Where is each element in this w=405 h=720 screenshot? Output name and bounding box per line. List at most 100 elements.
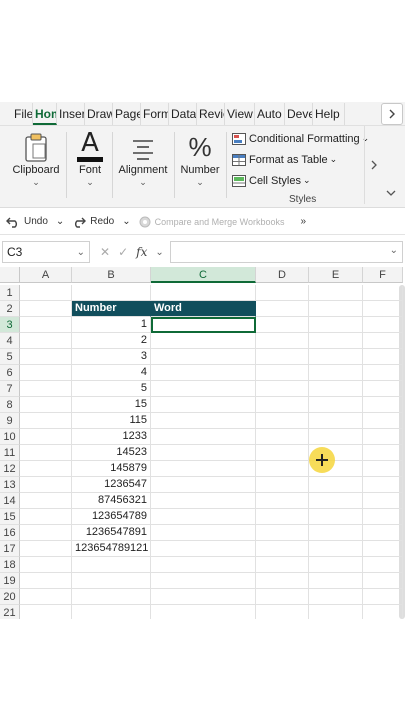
redo-button[interactable]: Redo — [72, 216, 114, 228]
cell[interactable] — [151, 557, 256, 573]
tab-deve[interactable]: Deve — [285, 102, 313, 125]
cell[interactable] — [151, 349, 256, 365]
cell[interactable] — [363, 573, 403, 589]
cell[interactable] — [309, 541, 363, 557]
cell[interactable] — [256, 509, 309, 525]
cell[interactable] — [151, 397, 256, 413]
cell[interactable] — [363, 333, 403, 349]
tab-draw[interactable]: Draw — [85, 102, 113, 125]
number-cell[interactable]: 123654789 — [72, 509, 151, 525]
compare-merge-button[interactable]: Compare and Merge Workbooks — [139, 216, 285, 228]
row-header[interactable]: 14 — [0, 493, 20, 509]
cell[interactable] — [256, 557, 309, 573]
cell[interactable] — [256, 285, 309, 301]
active-cell-c3[interactable] — [151, 317, 256, 333]
number-cell[interactable]: 1233 — [72, 429, 151, 445]
tab-revie[interactable]: Revie — [197, 102, 225, 125]
cell[interactable] — [309, 333, 363, 349]
number-button[interactable]: % Number ⌄ — [178, 126, 222, 208]
cell[interactable] — [309, 605, 363, 619]
column-header-a[interactable]: A — [20, 267, 72, 283]
number-cell[interactable]: 15 — [72, 397, 151, 413]
tab-form[interactable]: Form — [141, 102, 169, 125]
table-header-number[interactable]: Number — [72, 301, 151, 317]
cell[interactable] — [151, 477, 256, 493]
cell[interactable] — [363, 285, 403, 301]
cell[interactable] — [20, 525, 72, 541]
cell[interactable] — [20, 445, 72, 461]
row-header[interactable]: 18 — [0, 557, 20, 573]
cell[interactable] — [256, 589, 309, 605]
number-cell[interactable]: 145879 — [72, 461, 151, 477]
cell[interactable] — [256, 381, 309, 397]
tab-inser[interactable]: Inser — [57, 102, 85, 125]
cell[interactable] — [151, 429, 256, 445]
cell[interactable] — [309, 589, 363, 605]
cell-styles-button[interactable]: Cell Styles ⌄ — [232, 170, 362, 191]
number-cell[interactable]: 87456321 — [72, 493, 151, 509]
column-header-e[interactable]: E — [309, 267, 363, 283]
tab-hom[interactable]: Hom — [33, 102, 57, 125]
cell[interactable] — [309, 557, 363, 573]
column-header-c[interactable]: C — [151, 267, 256, 283]
cell[interactable] — [72, 573, 151, 589]
redo-dropdown[interactable]: ⌄ — [122, 216, 130, 227]
cell[interactable] — [151, 413, 256, 429]
row-header[interactable]: 12 — [0, 461, 20, 477]
cell[interactable] — [363, 605, 403, 619]
cell[interactable] — [309, 573, 363, 589]
cell[interactable] — [256, 301, 309, 317]
cell[interactable] — [72, 589, 151, 605]
ribbon-scroll-button[interactable] — [364, 126, 382, 204]
cell[interactable] — [309, 285, 363, 301]
conditional-formatting-button[interactable]: Conditional Formatting ⌄ — [232, 128, 369, 149]
row-header[interactable]: 2 — [0, 301, 20, 317]
cell[interactable] — [20, 461, 72, 477]
cell[interactable] — [20, 285, 72, 301]
cell[interactable] — [20, 301, 72, 317]
cell[interactable] — [20, 573, 72, 589]
cell[interactable] — [363, 541, 403, 557]
number-cell[interactable]: 4 — [72, 365, 151, 381]
cell[interactable] — [309, 477, 363, 493]
tab-data[interactable]: Data — [169, 102, 197, 125]
font-button[interactable]: A Font ⌄ — [70, 126, 110, 208]
cell[interactable] — [151, 589, 256, 605]
cell[interactable] — [309, 381, 363, 397]
row-header[interactable]: 21 — [0, 605, 20, 619]
cell[interactable] — [20, 541, 72, 557]
row-header[interactable]: 8 — [0, 397, 20, 413]
column-header-f[interactable]: F — [363, 267, 403, 283]
cell[interactable] — [256, 349, 309, 365]
formula-input[interactable]: ⌄ — [169, 241, 403, 263]
cell[interactable] — [20, 589, 72, 605]
row-header[interactable]: 6 — [0, 365, 20, 381]
cell[interactable] — [256, 477, 309, 493]
row-header[interactable]: 3 — [0, 317, 20, 333]
cell[interactable] — [256, 333, 309, 349]
name-box[interactable]: C3 ⌄ — [2, 241, 90, 263]
row-header[interactable]: 19 — [0, 573, 20, 589]
row-header[interactable]: 1 — [0, 285, 20, 301]
cell[interactable] — [309, 397, 363, 413]
cell[interactable] — [151, 285, 256, 301]
cell[interactable] — [363, 493, 403, 509]
cell[interactable] — [363, 429, 403, 445]
number-cell[interactable]: 1 — [72, 317, 151, 333]
cell[interactable] — [72, 605, 151, 619]
cell[interactable] — [363, 557, 403, 573]
cell[interactable] — [151, 381, 256, 397]
number-cell[interactable]: 123654789121 — [72, 541, 151, 557]
enter-icon[interactable]: ✓ — [118, 245, 128, 259]
cell[interactable] — [256, 397, 309, 413]
cell[interactable] — [309, 301, 363, 317]
cell[interactable] — [151, 445, 256, 461]
column-header-b[interactable]: B — [72, 267, 151, 283]
cell[interactable] — [309, 413, 363, 429]
row-header[interactable]: 11 — [0, 445, 20, 461]
cell[interactable] — [151, 365, 256, 381]
insert-function-button[interactable]: fx — [136, 245, 147, 259]
cell[interactable] — [20, 349, 72, 365]
format-as-table-button[interactable]: Format as Table ⌄ — [232, 149, 362, 170]
tab-auto[interactable]: Auto — [255, 102, 285, 125]
